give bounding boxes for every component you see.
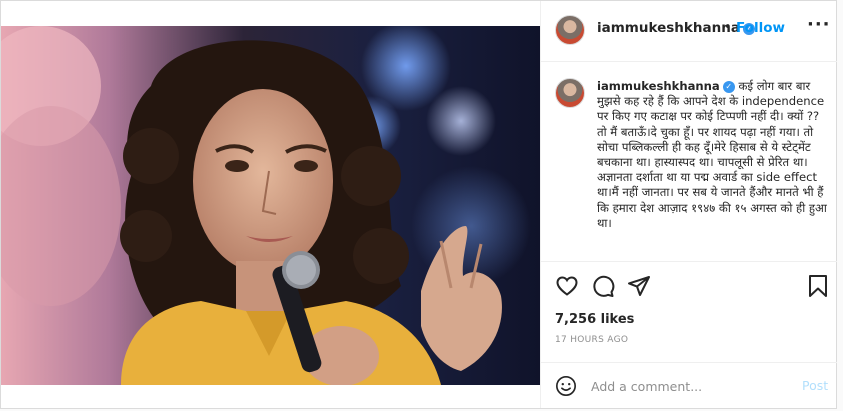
comment-form: Post xyxy=(541,362,837,409)
paper-plane-icon[interactable] xyxy=(627,274,651,298)
bookmark-icon[interactable] xyxy=(807,274,829,298)
comment-icon[interactable] xyxy=(591,274,615,298)
smiley-icon[interactable] xyxy=(555,375,577,397)
more-options-icon[interactable]: ··· xyxy=(807,14,831,35)
follow-button[interactable]: Follow xyxy=(736,20,785,36)
caption-verified-badge-icon: ✓ xyxy=(722,81,735,93)
caption-avatar[interactable] xyxy=(555,78,585,108)
heart-icon[interactable] xyxy=(555,274,579,298)
instagram-post: iammukeshkhanna ✓ • Follow ··· iammukeshk… xyxy=(0,0,837,409)
post-comment-button[interactable]: Post xyxy=(802,378,828,393)
post-image[interactable] xyxy=(1,26,540,385)
comment-input[interactable] xyxy=(591,376,781,396)
post-sidebar: iammukeshkhanna ✓ • Follow ··· iammukeshk… xyxy=(540,1,837,408)
caption-username[interactable]: iammukeshkhanna xyxy=(597,79,720,93)
avatar[interactable] xyxy=(555,15,585,45)
page-edge xyxy=(837,0,843,411)
header-username-text[interactable]: iammukeshkhanna xyxy=(597,20,740,36)
header-separator: • xyxy=(724,20,732,35)
caption-text-block: iammukeshkhanna ✓ कई लोग बार बार मुझसे कह… xyxy=(597,79,827,231)
like-count[interactable]: 7,256 likes xyxy=(555,312,634,327)
post-header: iammukeshkhanna ✓ • Follow ··· xyxy=(541,1,837,62)
action-bar xyxy=(541,263,837,307)
post-caption: iammukeshkhanna ✓ कई लोग बार बार मुझसे कह… xyxy=(541,62,837,262)
caption-text: कई लोग बार बार मुझसे कह रहे हैं कि आपने … xyxy=(597,79,827,230)
post-timestamp[interactable]: 17 HOURS AGO xyxy=(555,335,628,345)
